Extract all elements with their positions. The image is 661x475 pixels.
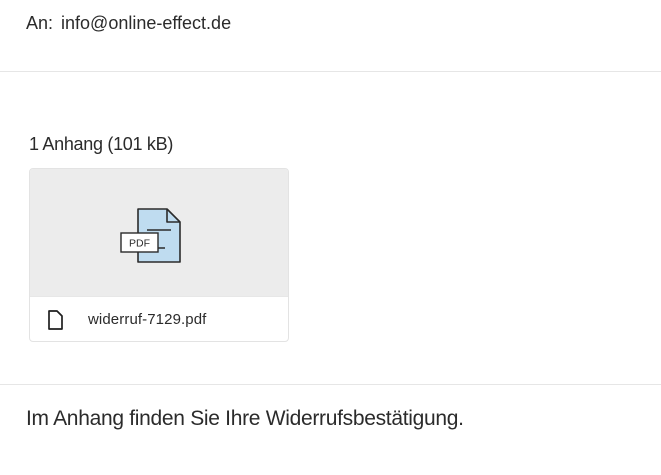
recipient-label: An: [26, 13, 54, 33]
pdf-badge-label: PDF [129, 238, 150, 250]
attachments-heading: 1 Anhang (101 kB) [29, 134, 174, 154]
pdf-document-icon: PDF [120, 208, 181, 263]
recipient-email[interactable]: info@online-effect.de [61, 11, 231, 35]
attachment-card[interactable]: PDF widerruf-7129.pdf [29, 168, 289, 342]
attachment-file-row[interactable]: widerruf-7129.pdf [30, 296, 288, 341]
recipient-row: An: info@online-effect.de [26, 11, 231, 35]
attachments-divider [0, 384, 661, 385]
attachment-preview[interactable]: PDF [30, 169, 288, 296]
message-body: Im Anhang finden Sie Ihre Widerrufsbestä… [26, 407, 464, 430]
header-divider [0, 71, 661, 72]
file-icon [47, 309, 63, 330]
attachment-file-name: widerruf-7129.pdf [88, 311, 207, 328]
email-view: An: info@online-effect.de 1 Anhang (101 … [0, 0, 661, 475]
